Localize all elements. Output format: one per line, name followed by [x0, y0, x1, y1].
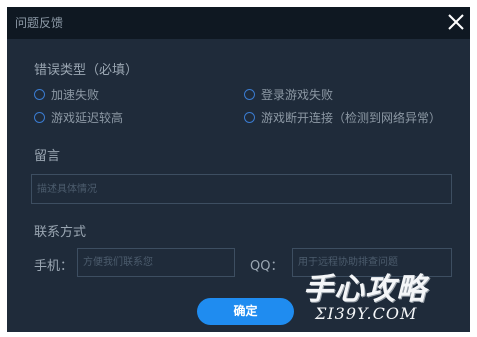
watermark-url: ΣI39Y.COM [315, 304, 418, 323]
radio-option-label: 加速失败 [51, 87, 100, 102]
message-label: 留言 [34, 149, 61, 164]
watermark-text: 手心攻略 [303, 272, 427, 307]
dialog-titlebar: 问题反馈 [7, 7, 470, 39]
radio-circle-icon [244, 88, 255, 100]
radio-option-acceleration-failed[interactable]: 加速失败 [34, 85, 99, 103]
error-type-label: 错误类型（必填） [34, 63, 139, 78]
qq-label: QQ： [250, 259, 284, 274]
contact-label: 联系方式 [34, 225, 87, 240]
message-input[interactable] [31, 174, 452, 204]
watermark-logo: 手心攻略 ΣI39Y.COM [285, 262, 470, 332]
close-icon [448, 14, 464, 30]
radio-option-disconnected[interactable]: 游戏断开连接（检测到网络异常） [244, 108, 441, 126]
radio-circle-icon [34, 111, 45, 123]
radio-option-label: 游戏断开连接（检测到网络异常） [261, 110, 442, 125]
radio-option-label: 登录游戏失败 [261, 87, 334, 102]
dialog-title: 问题反馈 [15, 16, 64, 30]
phone-input[interactable] [77, 248, 235, 277]
radio-circle-icon [34, 88, 45, 100]
radio-option-login-failed[interactable]: 登录游戏失败 [244, 85, 333, 103]
confirm-button[interactable]: 确定 [197, 298, 294, 325]
radio-option-high-latency[interactable]: 游戏延迟较高 [34, 108, 123, 126]
radio-option-label: 游戏延迟较高 [51, 110, 124, 125]
close-button[interactable] [444, 10, 468, 34]
phone-label: 手机： [34, 259, 74, 274]
radio-circle-icon [244, 111, 255, 123]
